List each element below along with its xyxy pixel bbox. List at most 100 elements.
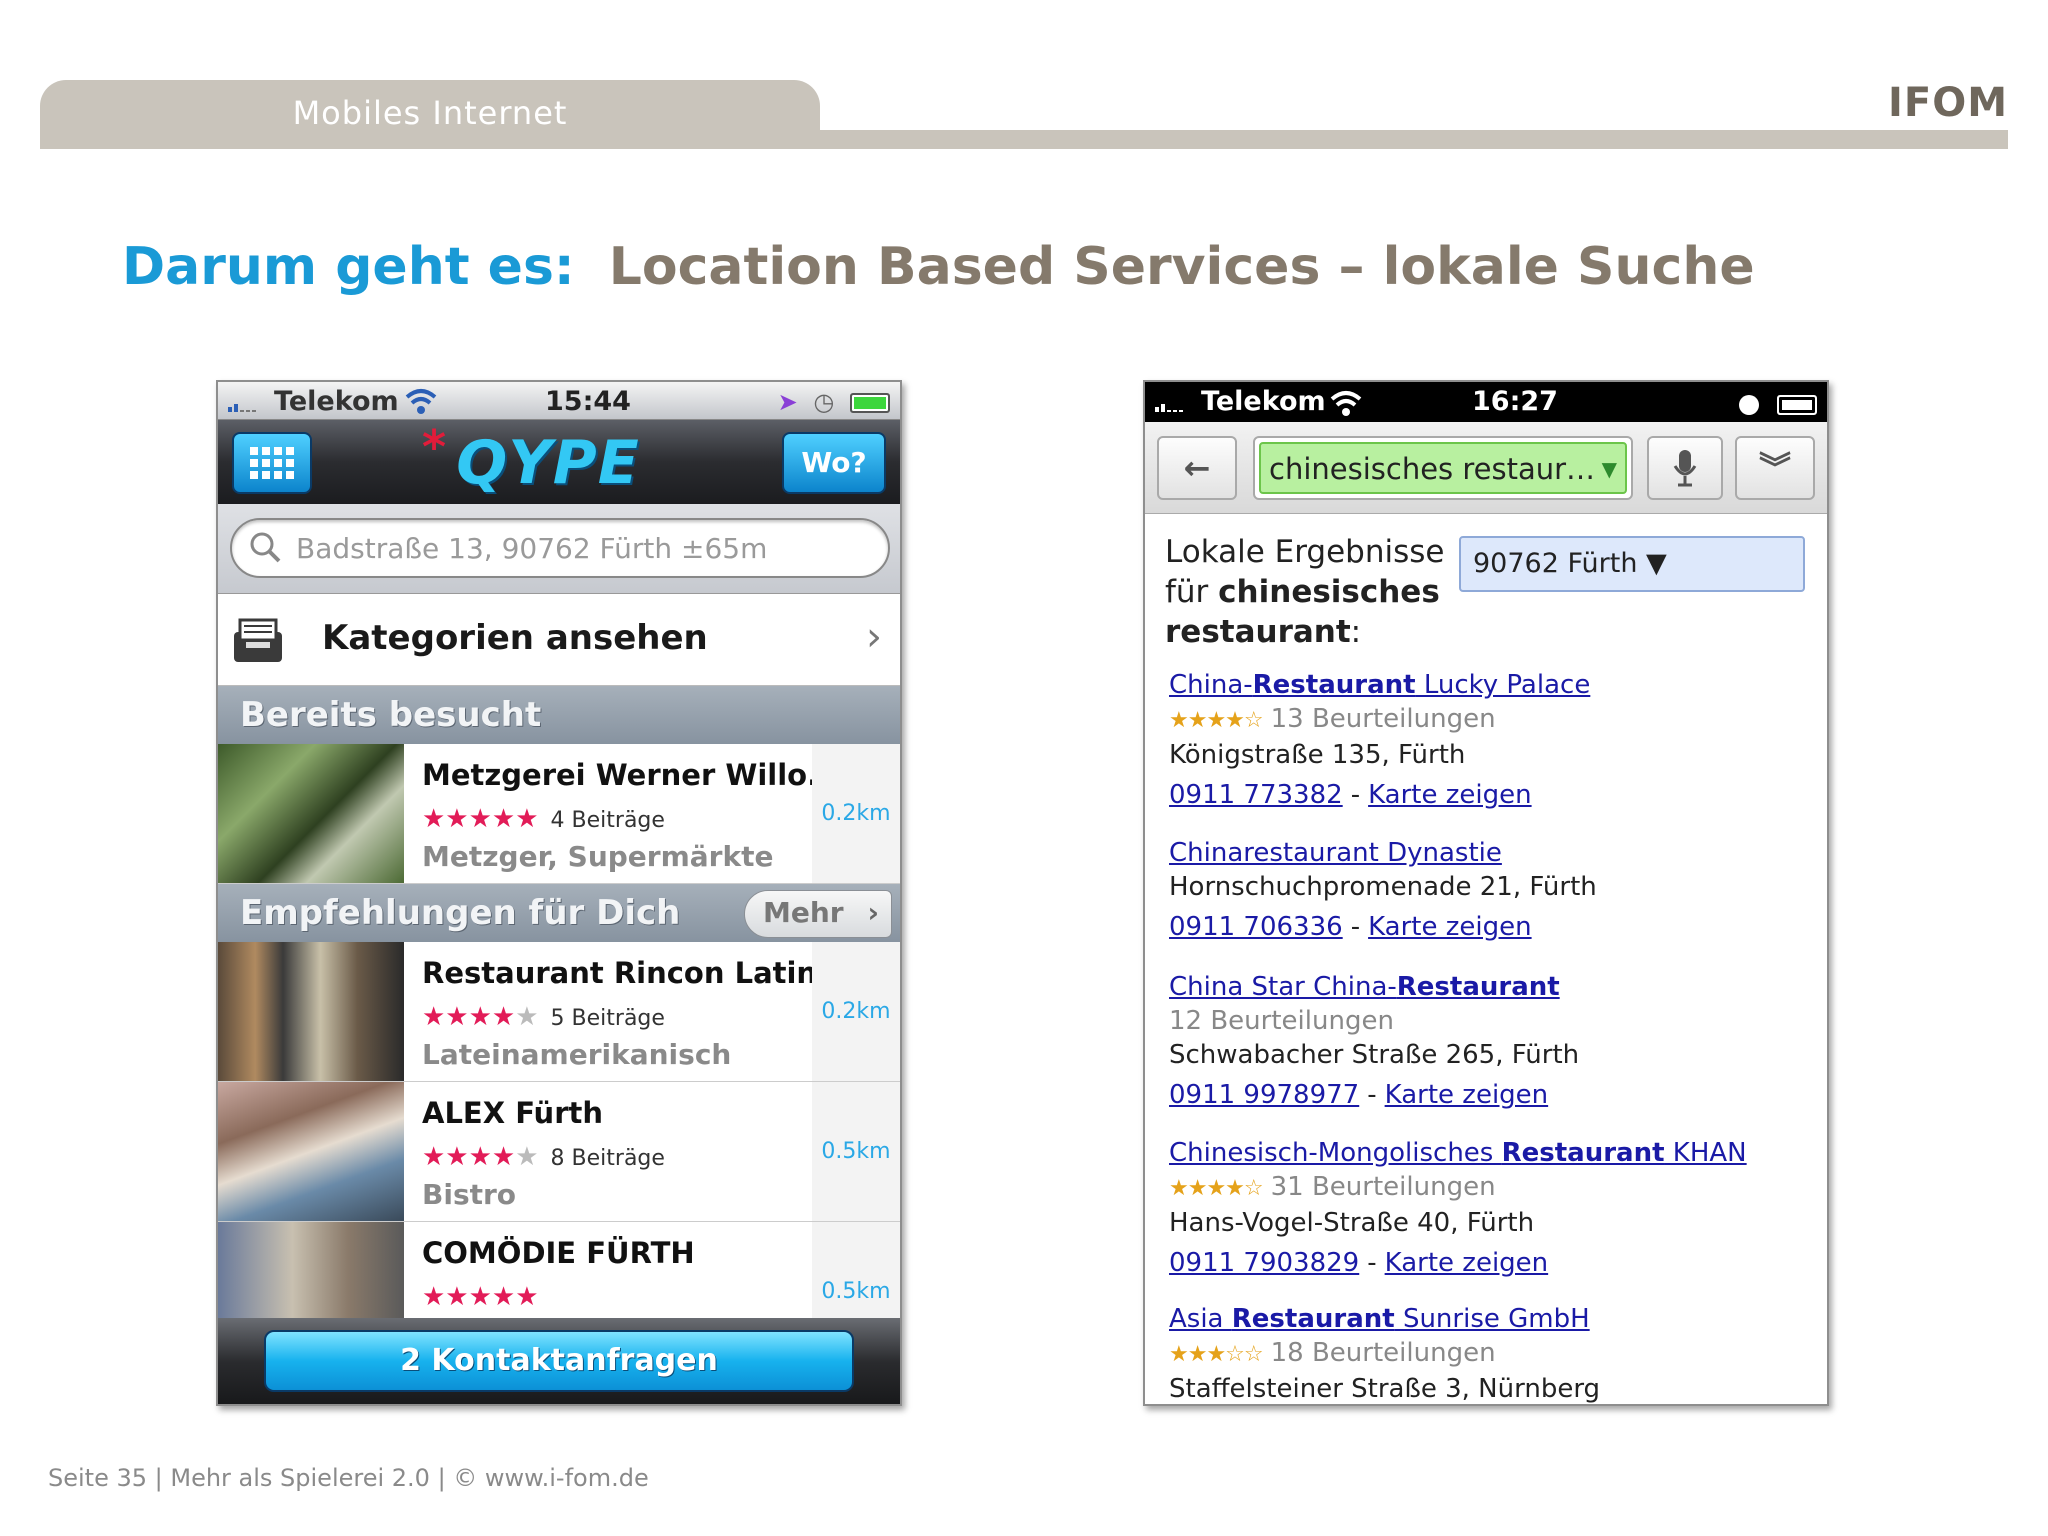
browser-toolbar: ← chinesisches restaur… ▼ ︾ bbox=[1145, 422, 1827, 514]
categories-label: Kategorien ansehen bbox=[322, 618, 708, 658]
inbox-icon bbox=[234, 618, 282, 662]
wo-button[interactable]: Wo? bbox=[782, 432, 886, 494]
search-value: chinesisches restaur… bbox=[1269, 452, 1596, 486]
rating-stars: ★★★★★ 4 Beiträge bbox=[422, 804, 665, 834]
place-category: Metzger, Supermärkte bbox=[422, 840, 774, 873]
wifi-icon bbox=[1329, 388, 1363, 418]
slide-title: Darum geht es: Location Based Services – … bbox=[122, 237, 1755, 297]
mehr-button[interactable]: Mehr › bbox=[744, 890, 892, 938]
status-bar: Telekom 16:27 bbox=[1145, 382, 1827, 422]
review-count: 31 Beurteilungen bbox=[1270, 1172, 1496, 1202]
search-input[interactable]: chinesisches restaur… ▼ bbox=[1253, 436, 1633, 500]
status-bar: Telekom 15:44 ➤ ◷ bbox=[218, 382, 900, 420]
place-name: ALEX Fürth bbox=[422, 1096, 604, 1130]
location-search-value: Badstraße 13, 90762 Fürth ±65m bbox=[296, 532, 768, 565]
results-heading-post: : bbox=[1350, 614, 1362, 650]
phone-link[interactable]: 0911 773382 bbox=[1169, 780, 1343, 810]
expand-button[interactable]: ︾ bbox=[1735, 436, 1815, 500]
result-address: Schwabacher Straße 265, Fürth bbox=[1169, 1040, 1580, 1070]
location-select[interactable]: 90762 Fürth ▼ bbox=[1459, 536, 1805, 592]
carrier-label: Telekom bbox=[274, 386, 399, 417]
location-search-input[interactable]: Badstraße 13, 90762 Fürth ±65m bbox=[230, 518, 890, 578]
mehr-label: Mehr bbox=[763, 896, 844, 929]
result-address: Hornschuchpromenade 21, Fürth bbox=[1169, 872, 1597, 902]
location-search-bar: Badstraße 13, 90762 Fürth ±65m bbox=[218, 504, 900, 594]
phone-link[interactable]: 0911 706336 bbox=[1169, 912, 1343, 942]
double-chevron-down-icon: ︾ bbox=[1758, 449, 1791, 487]
list-item[interactable]: ALEX Fürth ★★★★★ 8 Beiträge Bistro 0.5km bbox=[218, 1082, 900, 1222]
result-item: China Star China-Restaurant 12 Beurteilu… bbox=[1169, 970, 1809, 1112]
qype-phone-screenshot: Telekom 15:44 ➤ ◷ * QYPE Wo? Badstraße 1… bbox=[216, 380, 902, 1406]
list-item[interactable]: Restaurant Rincon Latino ★★★★★ 5 Beiträge… bbox=[218, 942, 900, 1082]
place-name: Metzgerei Werner Willo... bbox=[422, 758, 841, 792]
map-link[interactable]: Karte zeigen bbox=[1368, 912, 1532, 942]
review-count: 13 Beurteilungen bbox=[1270, 704, 1496, 734]
place-name: COMÖDIE FÜRTH bbox=[422, 1236, 695, 1270]
result-title-link[interactable]: Asia Restaurant Sunrise GmbH bbox=[1169, 1302, 1809, 1336]
dropdown-arrow-icon: ▼ bbox=[1601, 457, 1617, 481]
place-photo bbox=[218, 744, 404, 883]
list-item[interactable]: Metzgerei Werner Willo... ★★★★★ 4 Beiträg… bbox=[218, 744, 900, 884]
section-header-visited: Bereits besucht bbox=[218, 686, 900, 744]
voice-search-button[interactable] bbox=[1647, 436, 1723, 500]
result-address: Staffelsteiner Straße 3, Nürnberg bbox=[1169, 1374, 1601, 1404]
contact-requests-button[interactable]: 2 Kontaktanfragen bbox=[264, 1330, 854, 1392]
distance-label: 0.2km bbox=[812, 744, 900, 883]
place-category: Lateinamerikanisch bbox=[422, 1038, 732, 1071]
review-count: 18 Beurteilungen bbox=[1270, 1338, 1496, 1368]
result-item: Chinesisch-Mongolisches Restaurant KHAN … bbox=[1169, 1136, 1809, 1280]
signal-icon bbox=[1155, 398, 1195, 412]
map-link[interactable]: Karte zeigen bbox=[1385, 1248, 1549, 1278]
section-header-recommend: Empfehlungen für Dich Mehr › bbox=[218, 884, 900, 942]
rating-stars: ★★★☆☆ bbox=[1169, 1342, 1264, 1367]
rating-stars: ★★★★★ 8 Beiträge bbox=[422, 1142, 665, 1172]
rating-stars: ★★★★★ 5 Beiträge bbox=[422, 1002, 665, 1032]
results-heading-query1: chinesisches bbox=[1218, 574, 1440, 610]
map-link[interactable]: Karte zeigen bbox=[1368, 780, 1532, 810]
phone-link[interactable]: 0911 9978977 bbox=[1169, 1080, 1359, 1110]
battery-icon bbox=[1777, 395, 1817, 415]
qype-navbar: * QYPE Wo? bbox=[218, 420, 900, 504]
review-count: 12 Beurteilungen bbox=[1169, 1006, 1394, 1036]
clock-label: 15:44 bbox=[545, 386, 631, 417]
bottom-toolbar: 2 Kontaktanfragen bbox=[218, 1318, 900, 1404]
result-rating: ★★★★☆ 31 Beurteilungen bbox=[1169, 1170, 1809, 1206]
review-count: 5 Beiträge bbox=[550, 1006, 665, 1031]
status-icons bbox=[1739, 390, 1817, 418]
menu-grid-button[interactable] bbox=[232, 432, 312, 494]
title-lead: Darum geht es: bbox=[122, 237, 575, 297]
clock-label: 16:27 bbox=[1472, 386, 1558, 417]
place-category: Bistro bbox=[422, 1178, 517, 1211]
carrier-label: Telekom bbox=[1201, 386, 1326, 417]
grid-icon bbox=[250, 447, 294, 479]
google-phone-screenshot: Telekom 16:27 ← chinesisches restaur… ▼ … bbox=[1143, 380, 1829, 1406]
chevron-right-icon: › bbox=[866, 614, 882, 660]
result-item: Asia Restaurant Sunrise GmbH ★★★☆☆ 18 Beu… bbox=[1169, 1302, 1809, 1404]
chevron-right-icon: › bbox=[867, 896, 879, 929]
categories-row[interactable]: Kategorien ansehen › bbox=[218, 594, 900, 686]
result-title-link[interactable]: Chinarestaurant Dynastie bbox=[1169, 836, 1809, 870]
rating-stars: ★★★★☆ bbox=[1169, 708, 1264, 733]
results-heading-query2: restaurant bbox=[1165, 614, 1351, 650]
results-heading-pre: für bbox=[1165, 574, 1219, 610]
location-arrow-icon: ➤ bbox=[777, 388, 798, 416]
ifom-logo: IFOM bbox=[1887, 80, 2008, 126]
result-title-link[interactable]: Chinesisch-Mongolisches Restaurant KHAN bbox=[1169, 1136, 1809, 1170]
map-link[interactable]: Karte zeigen bbox=[1385, 1080, 1549, 1110]
alarm-icon: ◷ bbox=[813, 388, 835, 416]
back-button[interactable]: ← bbox=[1157, 436, 1237, 500]
signal-icon bbox=[228, 398, 268, 412]
result-title-link[interactable]: China-Restaurant Lucky Palace bbox=[1169, 668, 1809, 702]
slide-footer: Seite 35 | Mehr als Spielerei 2.0 | © ww… bbox=[48, 1464, 649, 1492]
header-tab: Mobiles Internet bbox=[40, 80, 820, 149]
section-recommend-label: Empfehlungen für Dich bbox=[240, 893, 681, 933]
results-heading-line1: Lokale Ergebnisse bbox=[1165, 534, 1445, 570]
place-name: Restaurant Rincon Latino bbox=[422, 956, 838, 990]
distance-label: 0.5km bbox=[812, 1082, 900, 1221]
distance-label: 0.2km bbox=[812, 942, 900, 1081]
phone-link[interactable]: 0911 7903829 bbox=[1169, 1248, 1359, 1278]
result-title-link[interactable]: China Star China-Restaurant bbox=[1169, 970, 1809, 1004]
wifi-icon bbox=[404, 386, 438, 416]
qype-logo: QYPE bbox=[456, 428, 640, 498]
result-rating: 12 Beurteilungen bbox=[1169, 1004, 1809, 1038]
